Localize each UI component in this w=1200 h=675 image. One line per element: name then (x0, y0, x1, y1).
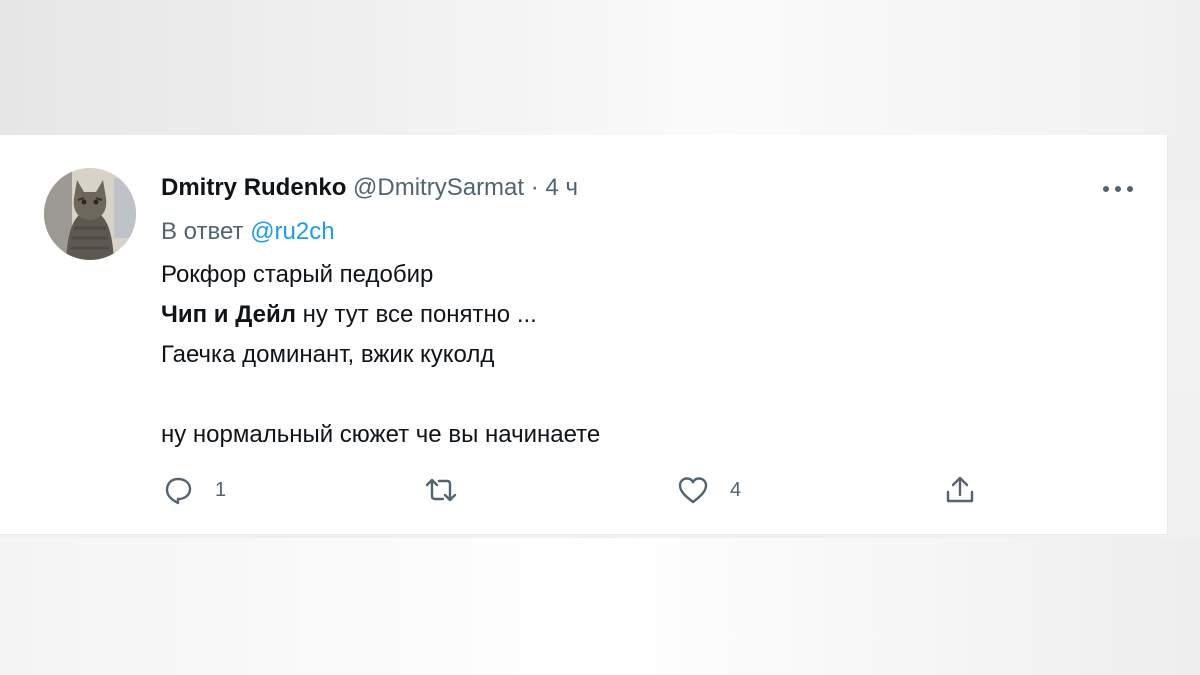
like-count: 4 (730, 478, 742, 501)
reply-button[interactable]: 1 (161, 470, 226, 510)
reply-prefix: В ответ (161, 218, 244, 245)
separator-dot: · (530, 174, 539, 201)
reply-context: В ответ @ru2ch (161, 217, 335, 247)
tweet-actions: 1 4 (161, 470, 1021, 510)
author-handle[interactable]: @DmitrySarmat (353, 174, 524, 201)
retweet-icon (425, 478, 457, 502)
author-name[interactable]: Dmitry Rudenko (161, 174, 346, 201)
tweet-time[interactable]: 4 ч (545, 174, 578, 201)
tweet-text: Рокфор старый педобир Чип и Дейл ну тут … (161, 255, 1121, 455)
reply-to-link[interactable]: @ru2ch (250, 218, 334, 245)
reply-count: 1 (215, 478, 227, 501)
share-icon (946, 476, 974, 503)
retweet-button[interactable] (421, 470, 481, 510)
tweet-text-bold: Чип и Дейл (161, 301, 296, 328)
tweet-text-line: Рокфор старый педобир (161, 261, 434, 288)
heart-icon (678, 477, 708, 504)
blurred-background-top (0, 0, 1200, 135)
reply-bubble-icon (165, 477, 192, 505)
tweet-text-line: ну нормальный сюжет че вы начинаете (161, 421, 601, 448)
tweet-text-line: Чип и Дейл ну тут все понятно ... (161, 295, 1121, 335)
avatar[interactable] (44, 168, 136, 260)
tweet-card[interactable]: Dmitry Rudenko @DmitrySarmat · 4 ч В отв… (0, 135, 1168, 535)
tweet-text-rest: ну тут все понятно ... (295, 301, 537, 328)
blurred-background-bottom (0, 538, 1200, 675)
like-button[interactable]: 4 (676, 470, 741, 510)
tweet-text-line: Гаечка доминант, вжик куколд (161, 341, 495, 368)
more-options-button[interactable] (1098, 175, 1138, 203)
tweet-header: Dmitry Rudenko @DmitrySarmat · 4 ч (161, 173, 578, 203)
share-button[interactable] (943, 470, 977, 510)
more-horizontal-icon (1103, 186, 1133, 192)
